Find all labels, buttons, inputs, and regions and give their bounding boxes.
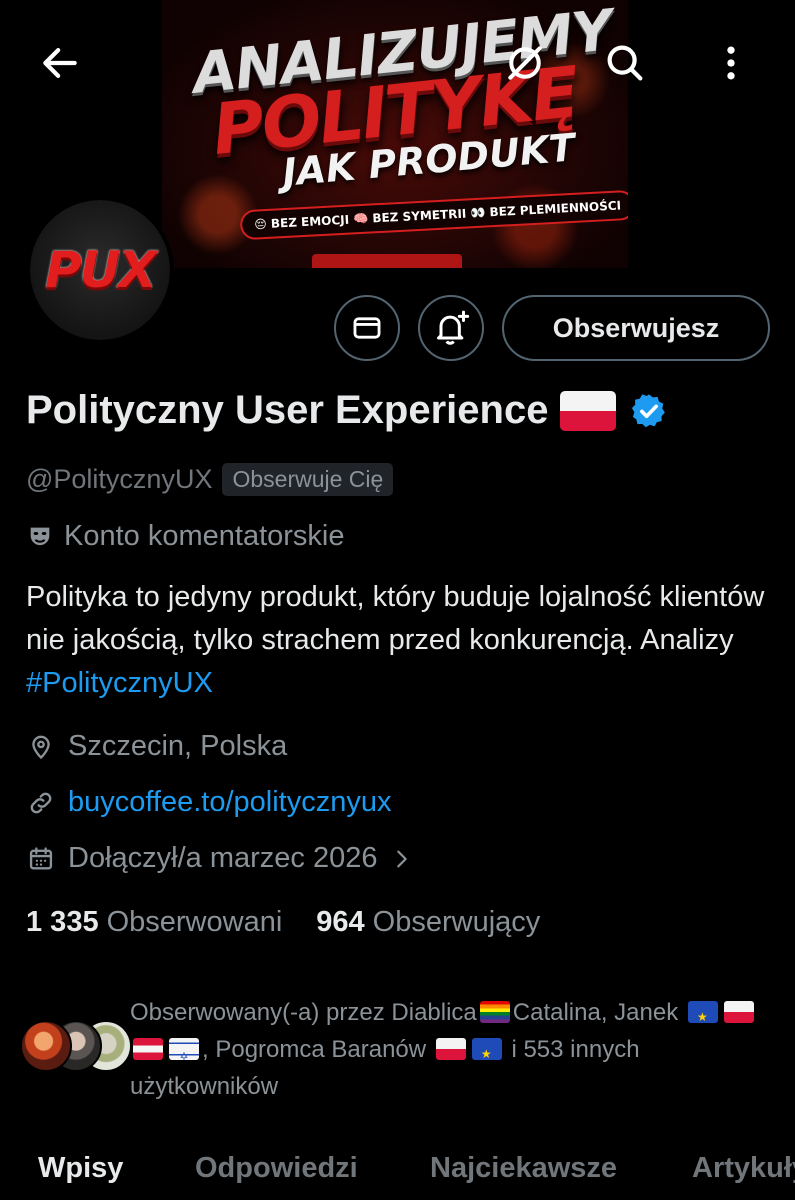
eu-flag-icon [687, 1001, 718, 1023]
user-handle: @PolitycznyUX [26, 464, 213, 494]
more-vertical-icon [727, 46, 735, 80]
poland-flag-icon [435, 1038, 466, 1060]
more-options-button[interactable] [703, 35, 759, 91]
followers-label: Obserwujący [372, 906, 541, 938]
join-date-text: Dołączył/a marzec 2026 [68, 842, 378, 874]
follower-avatar [20, 1020, 72, 1072]
following-button[interactable]: Obserwujesz [502, 295, 770, 361]
tab-replies[interactable]: Odpowiedzi [195, 1152, 358, 1185]
bio-text: Polityka to jedyny produkt, który buduje… [26, 581, 765, 656]
profile-name-row: Polityczny User Experience [26, 388, 668, 433]
tab-highlights[interactable]: Najciekawsze [430, 1152, 617, 1185]
followed-by-part: Catalina, Janek [512, 999, 679, 1026]
theater-mask-icon [30, 527, 50, 545]
profile-bio: Polityka to jedyny produkt, który buduje… [26, 576, 776, 705]
banner-tagline: 😔 BEZ EMOCJI 🧠 BEZ SYMETRII 👀 BEZ PLEMIE… [239, 189, 628, 241]
tab-articles[interactable]: Artykuły [692, 1152, 795, 1185]
envelope-icon [353, 317, 381, 339]
search-button[interactable] [597, 35, 653, 91]
eu-flag-icon [471, 1038, 502, 1060]
following-label: Obserwowani [106, 906, 283, 938]
follows-you-badge: Obserwuje Cię [222, 463, 394, 496]
link-icon [26, 788, 56, 818]
poland-flag-icon [560, 390, 617, 431]
profile-avatar[interactable]: PUX [26, 196, 174, 344]
poland-flag-icon [723, 1001, 754, 1023]
followed-by-text: Obserwowany(-a) przez Diablica Catalina, … [130, 994, 780, 1105]
account-label-text: Konto komentatorskie [64, 520, 345, 552]
banner-image[interactable]: ANALIZUJEMY POLITYKĘ JAK PRODUKT 😔 BEZ E… [162, 0, 628, 268]
website-row[interactable]: buycoffee.to/politycznyux [26, 786, 392, 819]
followed-by-part: , Pogromca Baranów [202, 1036, 427, 1063]
followers-stat[interactable]: 964 Obserwujący [316, 906, 540, 939]
following-count: 1 335 [26, 906, 99, 938]
avatar-image: PUX [30, 200, 170, 340]
display-name: Polityczny User Experience [26, 388, 549, 432]
location-pin-icon [26, 732, 56, 762]
handle-row: @PolitycznyUX Obserwuje Cię [26, 463, 394, 496]
following-stat[interactable]: 1 335 Obserwowani [26, 906, 282, 939]
israel-flag-icon [169, 1038, 199, 1060]
bell-plus-icon [437, 310, 470, 345]
followers-count: 964 [316, 906, 365, 938]
tab-posts[interactable]: Wpisy [38, 1152, 123, 1185]
banner-decoration [312, 254, 462, 268]
location-row: Szczecin, Polska [26, 730, 287, 763]
austria-flag-icon [133, 1038, 163, 1060]
profile-tabs: Wpisy Odpowiedzi Najciekawsze Artykuły [0, 1148, 795, 1200]
follow-stats: 1 335 Obserwowani 964 Obserwujący [26, 906, 540, 939]
account-label[interactable]: Konto komentatorskie [26, 520, 344, 553]
calendar-icon [26, 844, 56, 874]
grok-icon [508, 46, 542, 80]
verified-badge-icon[interactable] [630, 392, 668, 430]
followed-by-part: Obserwowany(-a) przez Diablica [130, 999, 477, 1026]
grok-button[interactable] [497, 35, 553, 91]
rainbow-flag-icon [479, 1001, 510, 1023]
website-link[interactable]: buycoffee.to/politycznyux [68, 786, 392, 819]
join-date-row[interactable]: Dołączył/a marzec 2026 [26, 842, 413, 875]
arrow-left-icon [43, 48, 77, 78]
bio-hashtag-link[interactable]: #PolitycznyUX [26, 667, 213, 699]
avatar-logo-text: PUX [45, 241, 157, 299]
back-button[interactable] [32, 35, 88, 91]
chevron-right-icon [397, 850, 408, 867]
location-text: Szczecin, Polska [68, 730, 288, 762]
message-button[interactable] [334, 295, 400, 361]
followed-by-section[interactable]: Obserwowany(-a) przez Diablica Catalina, … [20, 994, 780, 1104]
search-icon [607, 45, 643, 81]
notifications-button[interactable] [418, 295, 484, 361]
